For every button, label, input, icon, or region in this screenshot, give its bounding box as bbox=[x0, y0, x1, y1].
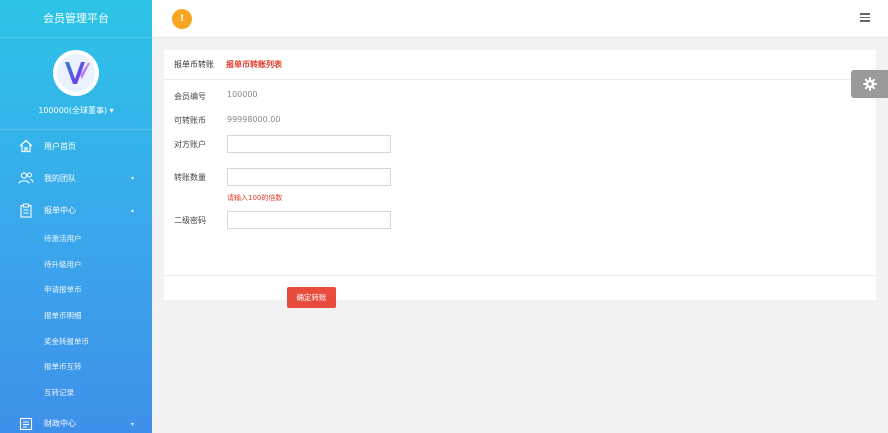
balance-row: 可转账币 99998000.00 bbox=[174, 115, 280, 126]
order-center-submenu: 待激活用户 待升级用户 申请报单币 报单币明细 奖金转报单币 报单币互转 互转记… bbox=[0, 226, 152, 406]
sidebar-item-team[interactable]: 我的团队 ▾ bbox=[0, 162, 152, 194]
balance-value: 99998000.00 bbox=[227, 114, 281, 124]
breadcrumb: 报单币转账 bbox=[174, 60, 214, 69]
sidebar-item-finance[interactable]: 财政中心 ▾ bbox=[0, 408, 152, 433]
divider bbox=[164, 275, 876, 276]
transfer-card: 报单币转账 报单币转账列表 会员编号 100000 可转账币 99998000.… bbox=[164, 50, 876, 308]
list-menu-icon[interactable] bbox=[860, 13, 870, 23]
top-bar: ! bbox=[152, 0, 888, 38]
chevron-up-icon: ▴ bbox=[130, 207, 134, 214]
secondary-password-input[interactable] bbox=[227, 211, 391, 229]
settings-button[interactable] bbox=[851, 70, 888, 98]
chevron-down-icon: ▾ bbox=[109, 106, 114, 115]
member-label: 会员编号 bbox=[174, 92, 206, 101]
amount-hint: 请输入100的倍数 bbox=[227, 194, 283, 202]
submenu-item-coin-details[interactable]: 报单币明细 bbox=[0, 303, 152, 329]
avatar[interactable] bbox=[53, 50, 99, 96]
confirm-transfer-button[interactable]: 确定转账 bbox=[287, 287, 336, 308]
submenu-item-coin-transfer[interactable]: 报单币互转 bbox=[0, 354, 152, 380]
sidebar-item-label: 报单中心 bbox=[44, 205, 76, 215]
sidebar-item-home[interactable]: 用户首页 bbox=[0, 130, 152, 162]
home-icon bbox=[18, 138, 34, 154]
target-account-label: 对方账户 bbox=[174, 139, 206, 149]
team-icon bbox=[18, 170, 34, 186]
member-row: 会员编号 100000 bbox=[174, 90, 258, 102]
sidebar: 会员管理平台 100000(全球董事) ▾ 用户首页 我的团队 ▾ 报单中心 ▴… bbox=[0, 0, 152, 433]
password-label: 二级密码 bbox=[174, 215, 206, 225]
card-header: 报单币转账 报单币转账列表 bbox=[164, 50, 876, 80]
page-title: 报单币转账列表 bbox=[226, 60, 282, 69]
sidebar-item-label: 用户首页 bbox=[44, 141, 76, 151]
member-value: 100000 bbox=[227, 90, 258, 99]
amount-label: 转账数量 bbox=[174, 172, 206, 182]
sidebar-item-order-center[interactable]: 报单中心 ▴ bbox=[0, 194, 152, 226]
submenu-item-transfer-records[interactable]: 互转记录 bbox=[0, 380, 152, 406]
target-account-input[interactable] bbox=[227, 135, 391, 153]
finance-icon bbox=[18, 416, 34, 432]
amount-input[interactable] bbox=[227, 168, 391, 186]
user-block: 100000(全球董事) ▾ bbox=[0, 38, 152, 130]
chevron-down-icon: ▾ bbox=[130, 420, 134, 428]
username-label: 100000(全球董事) bbox=[38, 106, 108, 115]
sidebar-item-label: 我的团队 bbox=[44, 173, 76, 183]
submenu-item-pending-activation[interactable]: 待激活用户 bbox=[0, 226, 152, 252]
chevron-down-icon: ▾ bbox=[130, 175, 134, 182]
username[interactable]: 100000(全球董事) ▾ bbox=[0, 105, 152, 116]
sidebar-nav: 用户首页 我的团队 ▾ 报单中心 ▴ bbox=[0, 130, 152, 226]
password-row: 二级密码 bbox=[174, 211, 391, 229]
target-row: 对方账户 bbox=[174, 135, 391, 153]
submenu-item-pending-upgrade[interactable]: 待升级用户 bbox=[0, 252, 152, 278]
clipboard-icon bbox=[18, 202, 34, 218]
balance-label: 可转账币 bbox=[174, 116, 206, 125]
submenu-item-bonus-to-coins[interactable]: 奖金转报单币 bbox=[0, 329, 152, 355]
logo-v-icon bbox=[57, 54, 95, 92]
sidebar-item-label: 财政中心 bbox=[44, 419, 76, 429]
amount-row: 转账数量 bbox=[174, 168, 391, 186]
submenu-item-apply-coins[interactable]: 申请报单币 bbox=[0, 277, 152, 303]
gear-icon bbox=[862, 77, 877, 91]
notification-badge[interactable]: ! bbox=[172, 9, 192, 29]
brand-title: 会员管理平台 bbox=[0, 0, 152, 38]
